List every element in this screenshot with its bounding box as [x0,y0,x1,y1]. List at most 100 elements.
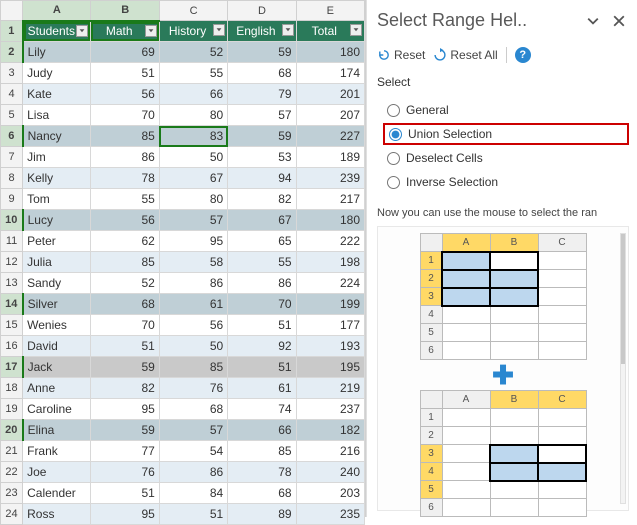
value-cell[interactable]: 65 [228,231,296,252]
value-cell[interactable]: 240 [296,462,364,483]
value-cell[interactable]: 59 [228,126,296,147]
value-cell[interactable]: 59 [91,420,159,441]
value-cell[interactable]: 85 [228,441,296,462]
value-cell[interactable]: 216 [296,441,364,462]
value-cell[interactable]: 217 [296,189,364,210]
table-row[interactable]: 24Ross955189235 [1,504,365,525]
value-cell[interactable]: 50 [159,147,227,168]
value-cell[interactable]: 85 [91,126,159,147]
radio-general-input[interactable] [387,104,400,117]
radio-deselect[interactable]: Deselect Cells [383,147,629,169]
reset-button[interactable]: Reset [377,48,425,62]
value-cell[interactable]: 86 [159,462,227,483]
value-cell[interactable]: 67 [228,210,296,231]
row-header[interactable]: 16 [1,336,23,357]
col-header-D[interactable]: D [228,1,296,21]
value-cell[interactable]: 94 [228,168,296,189]
table-row[interactable]: 12Julia855855198 [1,252,365,273]
row-header[interactable]: 11 [1,231,23,252]
table-row[interactable]: 8Kelly786794239 [1,168,365,189]
value-cell[interactable]: 51 [228,315,296,336]
table-row[interactable]: 10Lucy565767180 [1,210,365,231]
value-cell[interactable]: 201 [296,84,364,105]
filter-icon[interactable] [76,25,88,37]
spreadsheet[interactable]: A B C D E 1StudentsMathHistoryEnglishTot… [0,0,366,517]
row-header[interactable]: 13 [1,273,23,294]
value-cell[interactable]: 66 [159,84,227,105]
name-cell[interactable]: Jim [23,147,91,168]
name-cell[interactable]: David [23,336,91,357]
select-all-corner[interactable] [1,1,23,21]
table-row[interactable]: 14Silver686170199 [1,294,365,315]
name-cell[interactable]: Caroline [23,399,91,420]
value-cell[interactable]: 193 [296,336,364,357]
name-cell[interactable]: Joe [23,462,91,483]
value-cell[interactable]: 70 [91,315,159,336]
value-cell[interactable]: 53 [228,147,296,168]
row-header[interactable]: 7 [1,147,23,168]
row-header[interactable]: 1 [1,21,23,42]
value-cell[interactable]: 50 [159,336,227,357]
table-header-row[interactable]: 1StudentsMathHistoryEnglishTotal [1,21,365,42]
radio-union-input[interactable] [389,128,402,141]
row-header[interactable]: 6 [1,126,23,147]
value-cell[interactable]: 55 [228,252,296,273]
row-header[interactable]: 2 [1,42,23,63]
value-cell[interactable]: 69 [91,42,159,63]
name-cell[interactable]: Kelly [23,168,91,189]
table-row[interactable]: 13Sandy528686224 [1,273,365,294]
value-cell[interactable]: 76 [91,462,159,483]
value-cell[interactable]: 207 [296,105,364,126]
header-cell[interactable]: History [159,21,227,42]
name-cell[interactable]: Elina [23,420,91,441]
name-cell[interactable]: Ross [23,504,91,525]
value-cell[interactable]: 55 [159,63,227,84]
col-header-C[interactable]: C [159,1,227,21]
value-cell[interactable]: 61 [228,378,296,399]
radio-deselect-input[interactable] [387,152,400,165]
filter-icon[interactable] [282,24,294,36]
value-cell[interactable]: 195 [296,357,364,378]
value-cell[interactable]: 59 [228,42,296,63]
row-header[interactable]: 17 [1,357,23,378]
value-cell[interactable]: 85 [91,252,159,273]
value-cell[interactable]: 57 [228,105,296,126]
value-cell[interactable]: 86 [159,273,227,294]
name-cell[interactable]: Sandy [23,273,91,294]
name-cell[interactable]: Anne [23,378,91,399]
close-pane-button[interactable] [609,11,629,31]
table-row[interactable]: 17Jack598551195 [1,357,365,378]
name-cell[interactable]: Lucy [23,210,91,231]
value-cell[interactable]: 68 [91,294,159,315]
header-cell[interactable]: English [228,21,296,42]
row-header[interactable]: 18 [1,378,23,399]
value-cell[interactable]: 68 [228,63,296,84]
name-cell[interactable]: Nancy [23,126,91,147]
value-cell[interactable]: 51 [91,483,159,504]
table-row[interactable]: 4Kate566679201 [1,84,365,105]
value-cell[interactable]: 57 [159,420,227,441]
value-cell[interactable]: 67 [159,168,227,189]
value-cell[interactable]: 86 [91,147,159,168]
row-header[interactable]: 3 [1,63,23,84]
table-row[interactable]: 20Elina595766182 [1,420,365,441]
name-cell[interactable]: Wenies [23,315,91,336]
table-row[interactable]: 16David515092193 [1,336,365,357]
value-cell[interactable]: 219 [296,378,364,399]
value-cell[interactable]: 95 [91,504,159,525]
radio-inverse[interactable]: Inverse Selection [383,171,629,193]
table-row[interactable]: 11Peter629565222 [1,231,365,252]
value-cell[interactable]: 239 [296,168,364,189]
value-cell[interactable]: 77 [91,441,159,462]
value-cell[interactable]: 92 [228,336,296,357]
table-row[interactable]: 2Lily695259180 [1,42,365,63]
table-row[interactable]: 18Anne827661219 [1,378,365,399]
row-header[interactable]: 5 [1,105,23,126]
value-cell[interactable]: 84 [159,483,227,504]
col-header-A[interactable]: A [23,1,91,21]
value-cell[interactable]: 56 [91,210,159,231]
name-cell[interactable]: Jack [23,357,91,378]
table-row[interactable]: 5Lisa708057207 [1,105,365,126]
row-header[interactable]: 9 [1,189,23,210]
value-cell[interactable]: 189 [296,147,364,168]
